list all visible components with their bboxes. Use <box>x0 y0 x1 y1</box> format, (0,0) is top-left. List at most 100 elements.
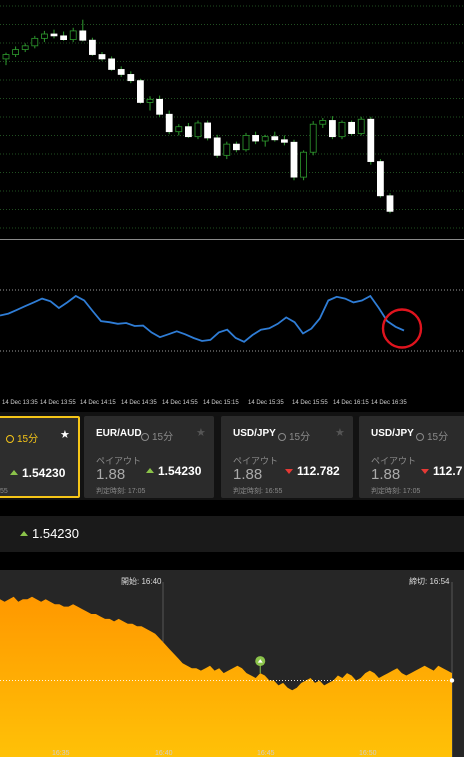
candle-body <box>117 69 125 75</box>
candle-body <box>69 30 77 41</box>
current-price: 1.54230 <box>20 526 79 541</box>
card-price: 1.54230 <box>10 466 65 480</box>
candle-body <box>357 118 365 134</box>
candle-body <box>156 98 164 115</box>
candle-body <box>31 37 39 47</box>
x-tick-label: 16:50 <box>359 750 377 757</box>
candle-body <box>261 136 269 142</box>
time-label: 14 Dec 14:15 <box>80 400 116 406</box>
candlestick-chart[interactable] <box>0 0 464 240</box>
duration-badge: 15分 <box>141 428 173 443</box>
x-tick-label: 16:45 <box>257 750 275 757</box>
candle-body <box>2 54 10 60</box>
highlight-circle <box>381 308 423 349</box>
favorite-star-icon[interactable]: ★ <box>196 426 206 439</box>
clock-icon <box>141 433 149 441</box>
pair-name: USD/JPY <box>233 428 276 439</box>
time-label: 14 Dec 14:35 <box>121 400 157 406</box>
down-arrow-icon <box>421 469 429 474</box>
candle-body <box>386 195 394 212</box>
candle-body <box>165 113 173 133</box>
payout-value: 1.88 <box>96 466 126 483</box>
candle-body <box>338 121 346 138</box>
candle-body <box>50 33 58 37</box>
favorite-star-icon[interactable]: ★ <box>60 428 70 441</box>
time-axis: 14 Dec 13:35 14 Dec 13:55 14 Dec 14:15 1… <box>0 398 464 410</box>
judge-time: 判定時刻: 16:55 <box>233 488 283 495</box>
candle-body <box>300 151 308 178</box>
pair-name: USD/JPY <box>371 428 414 439</box>
candle-body <box>213 137 221 156</box>
candle-body <box>136 80 144 103</box>
candle-body <box>319 120 327 125</box>
up-arrow-icon <box>146 468 154 473</box>
candle-body <box>223 143 231 156</box>
candle-body <box>242 135 250 151</box>
candle-body <box>108 58 115 70</box>
candle-body <box>184 126 192 138</box>
current-price-dot <box>449 678 455 683</box>
candle-body <box>280 139 288 143</box>
asset-card[interactable]: EUR/AUD 15分 ★ ペイアウト 1.88 1.54230 判定時刻: 1… <box>84 416 214 498</box>
x-tick-label: 16:40 <box>155 750 173 757</box>
candle-body <box>79 30 87 41</box>
current-price-bar: 1.54230 <box>0 516 464 552</box>
candle-body <box>232 143 240 151</box>
duration-badge: 15分 <box>416 428 448 443</box>
favorite-star-icon[interactable]: ★ <box>335 426 345 439</box>
indicator-line <box>0 294 405 343</box>
candle-body <box>21 45 29 50</box>
duration-badge: 15分 <box>6 430 38 445</box>
payout-value: 1.88 <box>233 466 263 483</box>
candle-body <box>89 39 96 55</box>
pair-name: EUR/AUD <box>96 428 142 439</box>
judge-time: 55 <box>0 488 8 495</box>
clock-icon <box>6 435 14 443</box>
up-arrow-icon <box>20 531 28 536</box>
candle-body <box>194 122 202 138</box>
time-label: 14 Dec 14:55 <box>162 400 198 406</box>
candle-body <box>348 121 356 134</box>
time-label: 14 Dec 16:15 <box>333 400 369 406</box>
card-price: 112.782 <box>285 464 340 478</box>
payout-value: 1.88 <box>371 466 401 483</box>
candle-body <box>376 161 384 197</box>
candle-body <box>367 118 375 162</box>
time-label: 14 Dec 13:55 <box>40 400 76 406</box>
up-arrow-icon <box>10 470 18 475</box>
candle-body <box>271 136 279 141</box>
time-label: 14 Dec 15:35 <box>248 400 284 406</box>
indicator-chart[interactable] <box>0 240 464 398</box>
candle-body <box>309 123 317 153</box>
asset-card[interactable]: USD/JPY 15分 ★ ペイアウト 1.88 112.782 判定時刻: 1… <box>221 416 353 498</box>
judge-time: 判定時刻: 17:05 <box>96 488 146 495</box>
asset-card-strip: 15分 ★ 1.54230 55 EUR/AUD 15分 ★ ペイアウト 1.8… <box>0 412 464 500</box>
candle-body <box>127 74 135 82</box>
candle-body <box>290 141 298 178</box>
time-label: 14 Dec 15:15 <box>203 400 239 406</box>
clock-icon <box>278 433 286 441</box>
candle-body <box>252 135 260 142</box>
candle-body <box>146 98 154 103</box>
asset-card[interactable]: 15分 ★ 1.54230 55 <box>0 416 80 498</box>
card-price: 1.54230 <box>146 464 201 478</box>
down-arrow-icon <box>285 469 293 474</box>
price-area <box>0 596 452 757</box>
clock-icon <box>416 433 424 441</box>
asset-card[interactable]: USD/JPY 15分 ペイアウト 1.88 112.7 判定時刻: 17:05 <box>359 416 464 498</box>
judge-time: 判定時刻: 17:05 <box>371 488 421 495</box>
candle-body <box>41 33 48 39</box>
x-tick-label: 16:35 <box>52 750 70 757</box>
time-label: 14 Dec 13:35 <box>2 400 38 406</box>
close-time-label: 締切: 16:54 <box>409 576 450 586</box>
candle-body <box>204 122 212 139</box>
candle-body <box>328 120 336 138</box>
card-price: 112.7 <box>421 464 462 478</box>
candle-body <box>98 54 106 60</box>
candle-body <box>60 35 67 40</box>
price-area-chart[interactable]: 開始: 16:40 締切: 16:54 16:35 16:40 16:45 16:50 <box>0 570 464 757</box>
candle-body <box>12 49 20 55</box>
open-time-label: 開始: 16:40 <box>121 576 162 586</box>
duration-badge: 15分 <box>278 428 310 443</box>
candle-body <box>175 126 183 133</box>
